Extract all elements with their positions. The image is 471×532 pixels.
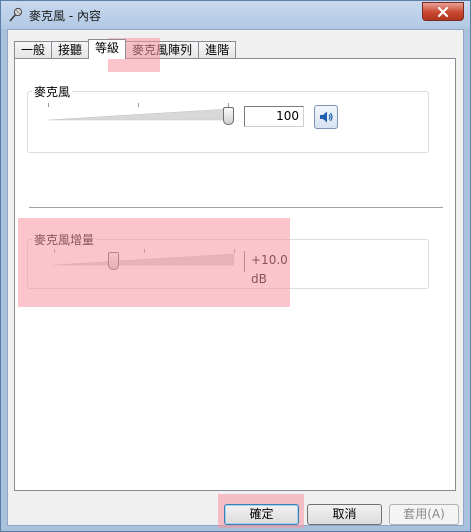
boost-tick bbox=[54, 249, 55, 253]
tab-microphone-array[interactable]: 麥克風陣列 bbox=[125, 41, 200, 59]
levels-panel: 麥克風 100 麥克風增量 +10.0 dB bbox=[14, 58, 456, 491]
boost-group: 麥克風增量 +10.0 dB bbox=[27, 231, 429, 289]
tab-strip: 一般 接聽 等級 麥克風陣列 進階 bbox=[14, 39, 237, 59]
section-separator bbox=[29, 207, 443, 208]
window-title: 麥克風 - 內容 bbox=[29, 9, 101, 23]
boost-tick bbox=[144, 249, 145, 253]
close-button[interactable] bbox=[422, 2, 464, 21]
boost-level-value: +10.0 dB bbox=[244, 251, 304, 286]
microphone-slider-track[interactable] bbox=[48, 106, 228, 128]
close-icon bbox=[437, 6, 449, 17]
dialog-client: 一般 接聽 等級 麥克風陣列 進階 麥克風 100 麥克風增量 +10.0 dB… bbox=[7, 29, 464, 528]
properties-window: 麥克風 - 內容 一般 接聽 等級 麥克風陣列 進階 麥克風 100 麥克風增量… bbox=[0, 0, 471, 532]
microphone-tick bbox=[138, 103, 139, 107]
microphone-mute-button[interactable] bbox=[314, 105, 338, 129]
title-bar[interactable]: 麥克風 - 內容 bbox=[1, 1, 470, 29]
microphone-icon bbox=[9, 7, 23, 22]
boost-slider-thumb[interactable] bbox=[108, 252, 120, 270]
tab-advanced[interactable]: 進階 bbox=[198, 41, 237, 59]
tab-general[interactable]: 一般 bbox=[14, 41, 53, 59]
microphone-tick bbox=[48, 103, 49, 107]
speaker-icon bbox=[320, 111, 333, 123]
ok-button[interactable]: 確定 bbox=[224, 504, 299, 525]
tab-listen[interactable]: 接聽 bbox=[51, 41, 90, 59]
microphone-group: 麥克風 100 bbox=[27, 83, 429, 153]
tab-levels[interactable]: 等級 bbox=[88, 39, 127, 59]
apply-button[interactable]: 套用(A) bbox=[389, 504, 459, 525]
boost-tick bbox=[234, 249, 235, 253]
boost-label: 麥克風增量 bbox=[32, 231, 97, 248]
microphone-level-value[interactable]: 100 bbox=[244, 106, 304, 127]
microphone-label: 麥克風 bbox=[32, 83, 73, 100]
microphone-slider-thumb[interactable] bbox=[223, 107, 234, 125]
cancel-button[interactable]: 取消 bbox=[307, 504, 382, 525]
boost-slider-track[interactable] bbox=[54, 251, 234, 273]
